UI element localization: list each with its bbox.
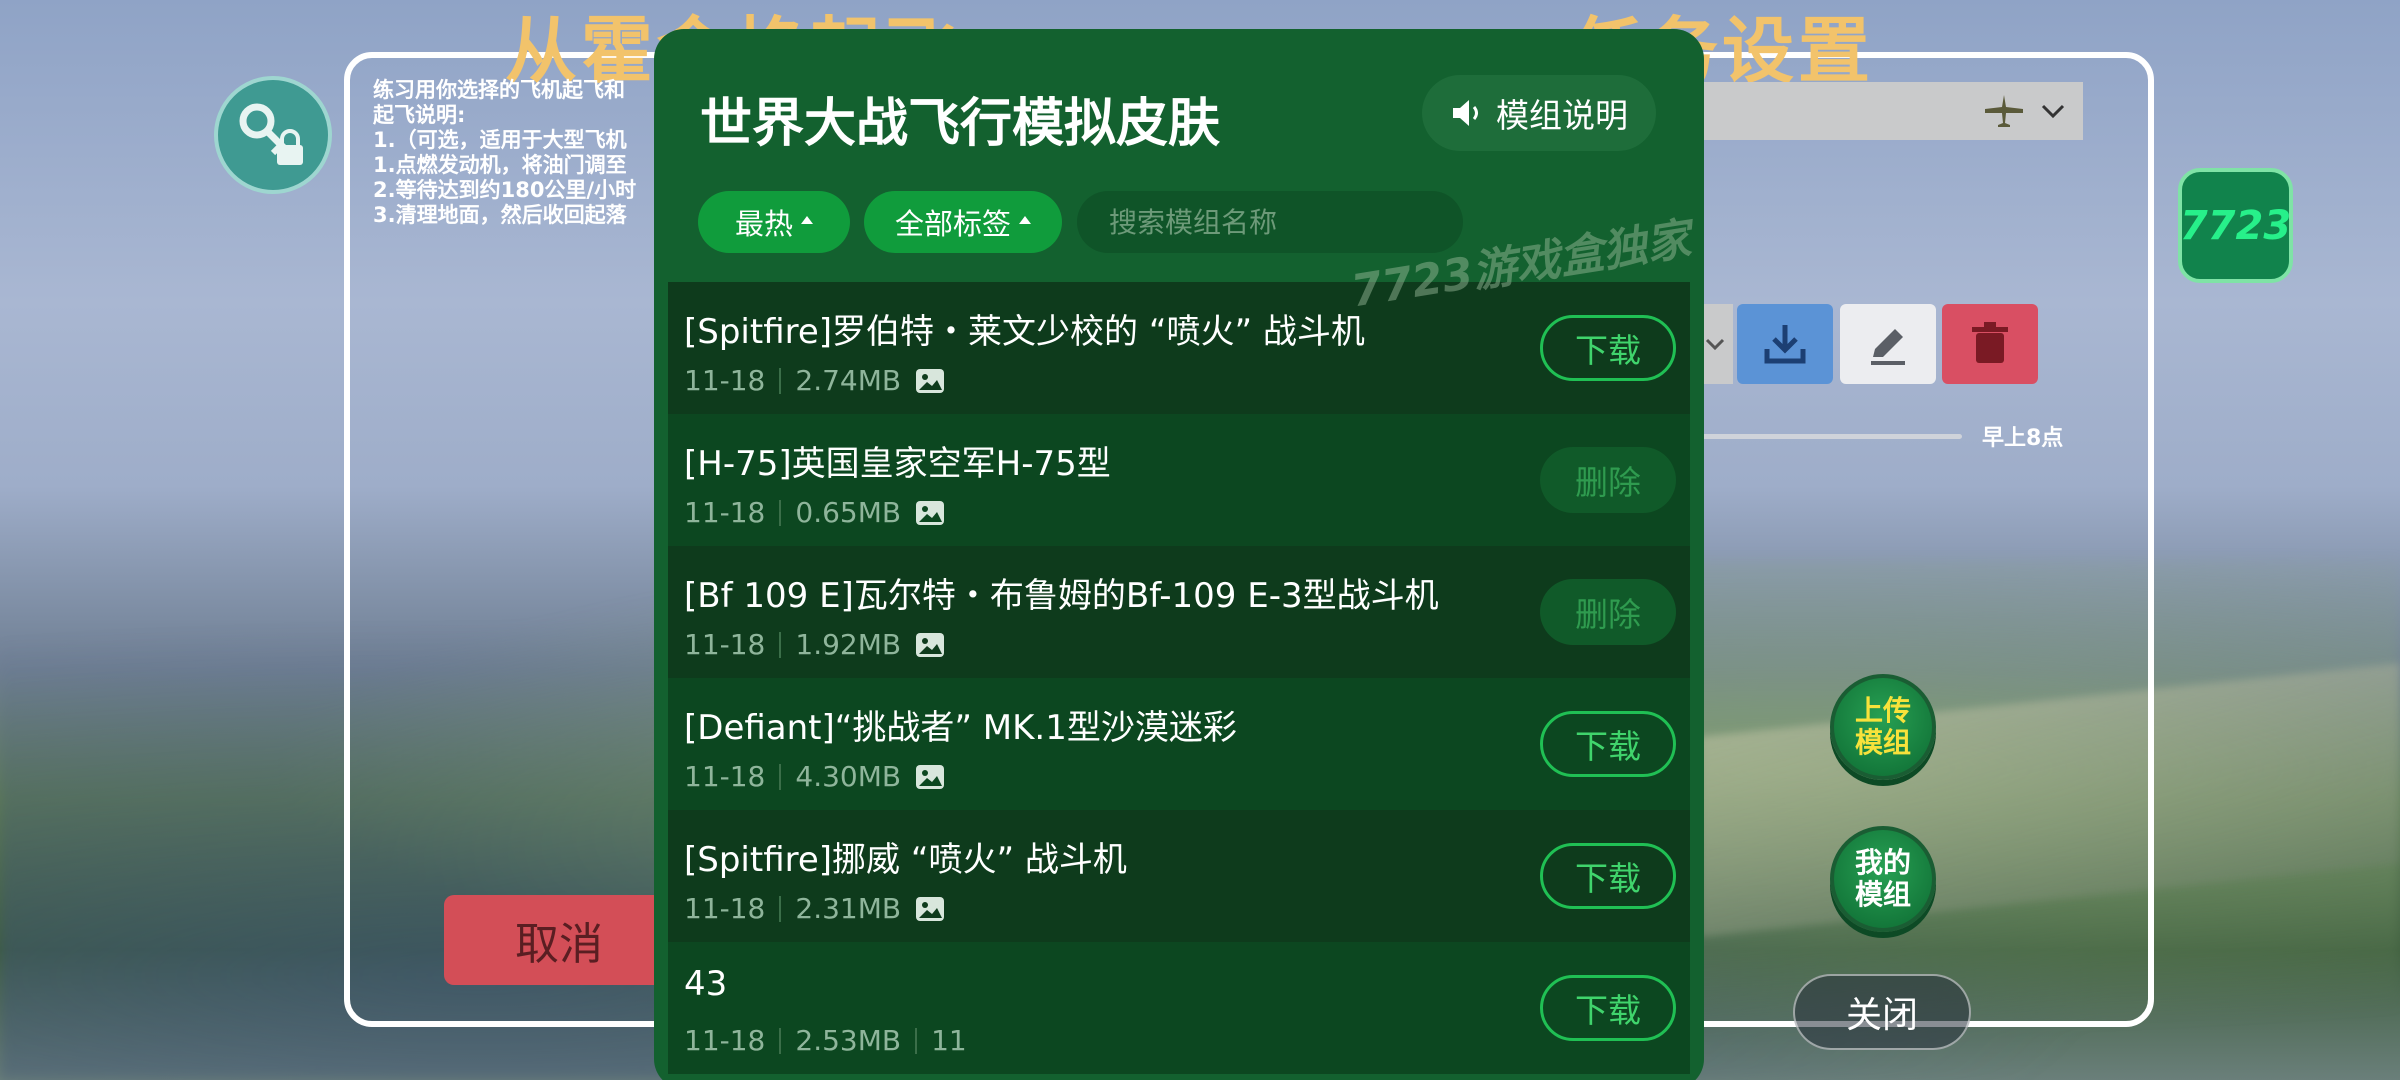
- mod-meta: 11-18 2.74MB: [684, 364, 945, 397]
- mod-title: [Spitfire]挪威 “喷火” 战斗机: [684, 840, 1127, 880]
- aircraft-select[interactable]: [1700, 82, 2083, 140]
- mod-size: 2.74MB: [795, 364, 902, 397]
- meta-divider: [779, 895, 782, 922]
- controls-key-button[interactable]: [214, 76, 332, 194]
- upload-mod-button[interactable]: 上传 模组: [1830, 674, 1936, 780]
- mod-size: 1.92MB: [795, 628, 902, 661]
- time-of-day-slider[interactable]: [1700, 434, 1962, 439]
- key-lock-icon: [239, 103, 303, 165]
- download-button[interactable]: 下载: [1540, 711, 1676, 777]
- sort-hot-filter[interactable]: 最热: [698, 191, 850, 253]
- trash-icon: [1972, 322, 2008, 363]
- mod-date: 11-18: [684, 760, 766, 793]
- mod-date: 11-18: [684, 892, 766, 925]
- takeoff-instructions: 练习用你选择的飞机起飞和 起飞说明: 1.（可选，适用于大型飞机 1.点燃发动机…: [373, 78, 637, 227]
- image-icon: [916, 368, 945, 393]
- mod-row[interactable]: [Spitfire]挪威 “喷火” 战斗机 11-18 2.31MB 下载: [668, 810, 1690, 942]
- mod-meta: 11-18 4.30MB: [684, 760, 945, 793]
- mod-title: [Bf 109 E]瓦尔特・布鲁姆的Bf-109 E-3型战斗机: [684, 576, 1439, 616]
- mod-extra: 11: [931, 1024, 967, 1057]
- panel-title: 世界大战飞行模拟皮肤: [700, 94, 1221, 154]
- mod-date: 11-18: [684, 1024, 766, 1057]
- mod-size: 0.65MB: [795, 496, 902, 529]
- mod-meta: 11-18 0.65MB: [684, 496, 945, 529]
- meta-divider: [779, 367, 782, 394]
- mod-title: [Defiant]“挑战者” MK.1型沙漠迷彩: [684, 708, 1237, 748]
- meta-divider: [779, 499, 782, 526]
- mod-row[interactable]: [Spitfire]罗伯特・莱文少校的 “喷火” 战斗机 11-18 2.74M…: [668, 282, 1690, 414]
- mod-info-button[interactable]: 模组说明: [1422, 75, 1656, 151]
- image-icon: [916, 764, 945, 789]
- chevron-down-icon: [1705, 338, 1725, 351]
- mod-meta: 11-18 2.31MB: [684, 892, 945, 925]
- download-button[interactable]: 下载: [1540, 843, 1676, 909]
- edit-preset-button[interactable]: [1840, 304, 1936, 384]
- tags-filter[interactable]: 全部标签: [864, 191, 1062, 253]
- tags-filter-label: 全部标签: [894, 207, 1011, 241]
- chevron-down-icon: [2041, 104, 2065, 119]
- delete-preset-button[interactable]: [1942, 304, 2038, 384]
- mod-date: 11-18: [684, 364, 766, 397]
- meta-divider: [779, 1027, 782, 1054]
- time-of-day-label: 早上8点: [1982, 426, 2064, 451]
- my-mods-button[interactable]: 我的 模组: [1830, 826, 1936, 932]
- search-box: [1077, 191, 1463, 253]
- mod-row[interactable]: [H-75]英国皇家空军H-75型 11-18 0.65MB 删除: [668, 414, 1690, 546]
- mod-title: [H-75]英国皇家空军H-75型: [684, 444, 1111, 484]
- mod-skins-panel: 世界大战飞行模拟皮肤 模组说明 最热 全部标签 [Spitfire]罗: [654, 29, 1704, 1080]
- sort-hot-label: 最热: [734, 207, 793, 241]
- meta-divider: [779, 631, 782, 658]
- download-icon: [1764, 325, 1806, 364]
- mod-title: 43: [684, 964, 728, 1004]
- mod-size: 2.53MB: [795, 1024, 902, 1057]
- mod-meta: 11-18 2.53MB 11: [684, 1024, 967, 1057]
- mod-date: 11-18: [684, 628, 766, 661]
- 7723-badge-button[interactable]: 7723: [2178, 168, 2293, 283]
- mod-date: 11-18: [684, 496, 766, 529]
- image-icon: [916, 896, 945, 921]
- image-icon: [916, 632, 945, 657]
- caret-up-icon: [1019, 216, 1031, 224]
- mod-list: [Spitfire]罗伯特・莱文少校的 “喷火” 战斗机 11-18 2.74M…: [668, 282, 1690, 1080]
- mod-meta: 11-18 1.92MB: [684, 628, 945, 661]
- download-button[interactable]: 下载: [1540, 315, 1676, 381]
- mod-row[interactable]: [Bf 109 E]瓦尔特・布鲁姆的Bf-109 E-3型战斗机 11-18 1…: [668, 546, 1690, 678]
- meta-divider: [915, 1027, 918, 1054]
- meta-divider: [779, 763, 782, 790]
- mod-title: [Spitfire]罗伯特・莱文少校的 “喷火” 战斗机: [684, 312, 1365, 352]
- game-screen: 从霍金格起飞 任务设置 练习用你选择的飞机起飞和 起飞说明: 1.（可选，适用于…: [0, 0, 2400, 1080]
- plane-icon: [1985, 95, 2023, 127]
- download-preset-button[interactable]: [1737, 304, 1833, 384]
- mod-size: 2.31MB: [795, 892, 902, 925]
- close-button[interactable]: 关闭: [1793, 974, 1971, 1050]
- mod-row[interactable]: 43 11-18 2.53MB 11 下载: [668, 942, 1690, 1074]
- speaker-icon: [1453, 100, 1478, 126]
- caret-up-icon: [801, 216, 813, 224]
- mod-row[interactable]: [Defiant]“挑战者” MK.1型沙漠迷彩 11-18 4.30MB 下载: [668, 678, 1690, 810]
- pencil-icon: [1871, 329, 1905, 365]
- delete-button[interactable]: 删除: [1540, 579, 1676, 645]
- search-input[interactable]: [1107, 204, 1460, 240]
- mod-info-label: 模组说明: [1496, 96, 1628, 135]
- download-button[interactable]: 下载: [1540, 975, 1676, 1041]
- delete-button[interactable]: 删除: [1540, 447, 1676, 513]
- image-icon: [916, 500, 945, 525]
- mod-size: 4.30MB: [795, 760, 902, 793]
- cancel-button[interactable]: 取消: [444, 895, 674, 985]
